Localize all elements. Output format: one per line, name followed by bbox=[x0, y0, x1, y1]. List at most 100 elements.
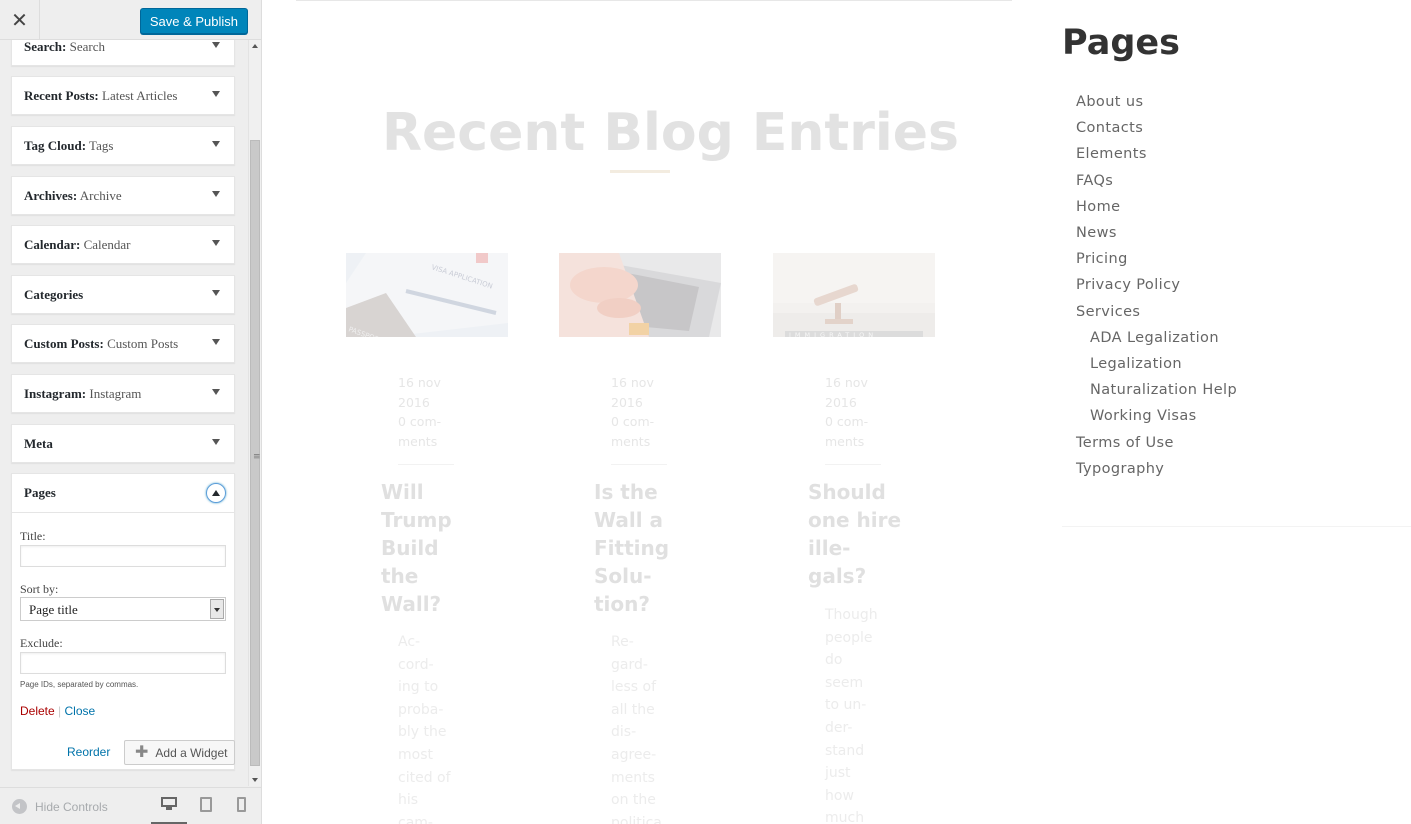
title-input[interactable] bbox=[20, 545, 226, 567]
excerpt-line: ing to bbox=[398, 679, 439, 696]
sort-by-select[interactable]: Page title bbox=[20, 597, 226, 621]
widget-recent-posts[interactable]: Recent Posts: Latest Articles bbox=[11, 76, 235, 115]
post-comments-line: 0 com- bbox=[398, 414, 442, 429]
widget-type: Archives bbox=[24, 188, 73, 203]
mobile-preview-icon[interactable] bbox=[237, 797, 246, 812]
page-link[interactable]: Privacy Policy bbox=[1076, 272, 1237, 298]
widget-categories[interactable]: Categories bbox=[11, 275, 235, 314]
post-title-line: tion? bbox=[594, 592, 650, 616]
page-link[interactable]: Pricing bbox=[1076, 246, 1237, 272]
post-title-line: Trump bbox=[381, 508, 452, 532]
expand-arrow-icon[interactable] bbox=[212, 42, 220, 48]
widget-instagram[interactable]: Instagram: Instagram bbox=[11, 374, 235, 413]
close-icon[interactable]: ✕ bbox=[0, 0, 40, 40]
tablet-preview-icon[interactable] bbox=[200, 797, 212, 812]
widget-title: Tags bbox=[89, 138, 114, 153]
sidebar-scrollbar[interactable]: ≡ bbox=[248, 40, 261, 786]
customizer-header: ✕ Save & Publish bbox=[0, 0, 261, 40]
post-excerpt: Though people do seem to un- der- stand … bbox=[825, 604, 895, 824]
section-heading: Recent Blog Entries bbox=[382, 103, 959, 163]
page-link[interactable]: Legalization bbox=[1076, 351, 1237, 377]
widget-tag-cloud[interactable]: Tag Cloud: Tags bbox=[11, 126, 235, 165]
page-link[interactable]: FAQs bbox=[1076, 168, 1237, 194]
add-widget-label: Add a Widget bbox=[155, 745, 228, 760]
post-meta: 16 nov 2016 0 com- ments bbox=[398, 373, 458, 451]
widget-pages-expanded: Pages Title: Sort by: Page title Exclude… bbox=[11, 473, 235, 770]
widget-pages-header[interactable]: Pages bbox=[12, 474, 234, 513]
widget-meta[interactable]: Meta bbox=[11, 424, 235, 463]
expand-arrow-icon[interactable] bbox=[212, 389, 220, 395]
page-link[interactable]: About us bbox=[1076, 89, 1237, 115]
post-meta: 16 nov 2016 0 com- ments bbox=[825, 373, 885, 451]
post-thumbnail[interactable] bbox=[559, 253, 721, 337]
page-link[interactable]: Elements bbox=[1076, 141, 1237, 167]
delete-link[interactable]: Delete bbox=[20, 704, 55, 718]
excerpt-line: agree- bbox=[611, 746, 657, 763]
post-thumbnail[interactable]: IMMIGRATION bbox=[773, 253, 935, 337]
desktop-preview-icon[interactable] bbox=[160, 797, 178, 811]
post-thumbnail[interactable]: VISA APPLICATION PASSPORT bbox=[346, 253, 508, 337]
page-link[interactable]: Working Visas bbox=[1076, 403, 1237, 429]
exclude-input[interactable] bbox=[20, 652, 226, 674]
title-label: Title: bbox=[20, 529, 46, 543]
page-link[interactable]: News bbox=[1076, 220, 1237, 246]
grip-icon: ≡ bbox=[253, 452, 261, 462]
post-title-line: gals? bbox=[808, 564, 867, 588]
customizer-footer: Hide Controls bbox=[0, 787, 261, 824]
reorder-link[interactable]: Reorder bbox=[67, 745, 110, 759]
expand-arrow-icon[interactable] bbox=[212, 91, 220, 97]
expand-arrow-icon[interactable] bbox=[212, 141, 220, 147]
expand-arrow-icon[interactable] bbox=[212, 240, 220, 246]
widget-actions: Delete | Close bbox=[20, 704, 95, 718]
widget-calendar[interactable]: Calendar: Calendar bbox=[11, 225, 235, 264]
post-date-line: 16 nov bbox=[611, 375, 654, 390]
heading-underline bbox=[610, 170, 670, 173]
excerpt-line: all the bbox=[611, 701, 655, 718]
post-meta: 16 nov 2016 0 com- ments bbox=[611, 373, 671, 451]
page-link[interactable]: Contacts bbox=[1076, 115, 1237, 141]
excerpt-line: on the bbox=[611, 792, 656, 809]
widget-title: Calendar bbox=[83, 237, 131, 252]
expand-arrow-icon[interactable] bbox=[212, 439, 220, 445]
page-link[interactable]: Services bbox=[1076, 299, 1237, 325]
page-link[interactable]: Naturalization Help bbox=[1076, 377, 1237, 403]
excerpt-line: how bbox=[825, 787, 854, 804]
widget-custom-posts[interactable]: Custom Posts: Custom Posts bbox=[11, 324, 235, 363]
excerpt-line: seem bbox=[825, 674, 864, 691]
scroll-down-icon[interactable] bbox=[252, 778, 258, 782]
expand-arrow-icon[interactable] bbox=[212, 191, 220, 197]
close-link[interactable]: Close bbox=[64, 704, 95, 718]
page-link[interactable]: Terms of Use bbox=[1076, 430, 1237, 456]
hide-controls-button[interactable]: Hide Controls bbox=[12, 799, 108, 814]
excerpt-line: cam- bbox=[398, 814, 433, 824]
collapse-arrow-icon[interactable] bbox=[206, 483, 226, 503]
scroll-up-icon[interactable] bbox=[252, 44, 258, 48]
add-widget-button[interactable]: ✚ Add a Widget bbox=[124, 740, 235, 765]
post-title[interactable]: Will Trump Build the Wall? bbox=[381, 478, 491, 618]
widget-title: Instagram bbox=[89, 386, 142, 401]
page-link[interactable]: Typography bbox=[1076, 456, 1237, 482]
excerpt-line: Ac- bbox=[398, 634, 421, 650]
post-title[interactable]: Is the Wall a Fitting Solu- tion? bbox=[594, 478, 704, 618]
expand-arrow-icon[interactable] bbox=[212, 290, 220, 296]
chevron-down-icon[interactable] bbox=[210, 599, 224, 619]
post-date-line: 2016 bbox=[611, 394, 643, 410]
post-title[interactable]: Should one hire ille- gals? bbox=[808, 478, 918, 590]
post-title-line: Fitting bbox=[594, 536, 670, 560]
excerpt-line: most bbox=[398, 746, 433, 763]
post-comments-line: 0 com- bbox=[825, 414, 869, 429]
widget-title: Search bbox=[69, 40, 106, 54]
post-comments-line: ments bbox=[611, 433, 651, 449]
widget-type: Categories bbox=[24, 287, 84, 302]
page-link[interactable]: ADA Legalization bbox=[1076, 325, 1237, 351]
expand-arrow-icon[interactable] bbox=[212, 339, 220, 345]
save-publish-button[interactable]: Save & Publish bbox=[139, 8, 248, 34]
widget-search[interactable]: Search: Search bbox=[11, 40, 235, 66]
excerpt-line: less of bbox=[611, 679, 657, 696]
excerpt-line: dis- bbox=[611, 724, 637, 741]
divider bbox=[398, 464, 454, 465]
scrollbar-thumb[interactable]: ≡ bbox=[250, 140, 261, 766]
widget-archives[interactable]: Archives: Archive bbox=[11, 176, 235, 215]
excerpt-line: just bbox=[825, 765, 851, 782]
page-link[interactable]: Home bbox=[1076, 194, 1237, 220]
